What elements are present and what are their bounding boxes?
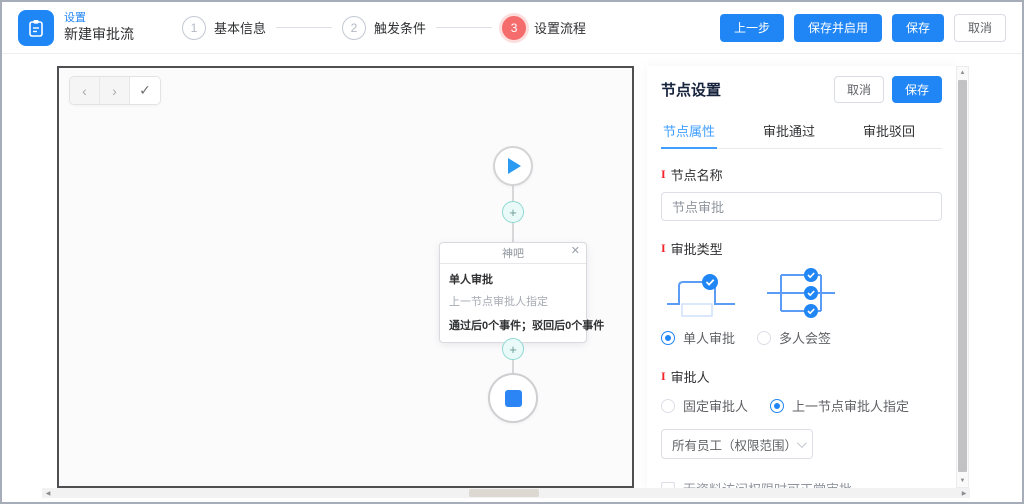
required-mark: I <box>661 167 666 182</box>
approval-type-label: 审批类型 <box>671 239 723 258</box>
start-node[interactable] <box>493 146 533 186</box>
scroll-left-icon: ◀ <box>46 490 51 497</box>
approval-node-events: 通过后0个事件；驳回后0个事件 <box>449 317 577 333</box>
approver-scope-select[interactable]: 所有员工（权限范围） <box>661 429 813 459</box>
single-approval-icon[interactable] <box>665 272 737 318</box>
tab-approval-pass[interactable]: 审批通过 <box>761 117 817 148</box>
panel-save-button[interactable]: 保存 <box>892 76 942 103</box>
chevron-left-icon: ‹ <box>82 83 87 99</box>
top-actions: 上一步 保存并启用 保存 取消 <box>720 14 1006 42</box>
page-horizontal-scrollbar[interactable]: ◀ ▶ <box>42 488 970 498</box>
radio-prev-node-approver[interactable] <box>770 399 784 413</box>
step-connector <box>436 27 492 28</box>
stepper: 1 基本信息 2 触发条件 3 设置流程 <box>182 16 596 40</box>
approver-options: 固定审批人 上一节点审批人指定 <box>661 396 942 415</box>
approval-type-label-row: I 审批类型 <box>661 239 942 258</box>
scroll-right-button[interactable]: ▶ <box>958 488 970 498</box>
approver-label-row: I 审批人 <box>661 367 942 386</box>
single-approval-label: 单人审批 <box>683 328 735 347</box>
step-2-label: 触发条件 <box>374 18 426 37</box>
panel-actions: 取消 保存 <box>834 76 942 103</box>
step-connector <box>276 27 332 28</box>
radio-multi-countersign[interactable] <box>757 331 771 345</box>
approver-field: I 审批人 固定审批人 上一节点审批人指定 所有员工（权限范围） 无资料访问权限… <box>661 367 942 488</box>
page-title: 新建审批流 <box>64 26 134 44</box>
end-node[interactable] <box>488 373 538 423</box>
prev-node-approver-label: 上一节点审批人指定 <box>792 396 909 415</box>
node-name-label-row: I 节点名称 <box>661 165 942 184</box>
approver-scope-value: 所有员工（权限范围） <box>672 435 797 454</box>
panel-tabs: 节点属性 审批通过 审批驳回 <box>661 117 942 149</box>
step-3-circle: 3 <box>502 16 526 40</box>
plus-icon: + <box>509 342 517 357</box>
approval-node-card[interactable]: 神吧 ✕ 单人审批 上一节点审批人指定 通过后0个事件；驳回后0个事件 <box>439 242 587 343</box>
approval-flow-editor-window: 设置 新建审批流 1 基本信息 2 触发条件 3 设置流程 上一步 保存并启用 … <box>0 0 1024 504</box>
canvas-toolbar: ‹ › ✓ <box>69 76 161 105</box>
panel-title: 节点设置 <box>661 79 721 100</box>
approval-node-title: 神吧 <box>502 245 524 261</box>
chevron-down-icon <box>797 438 807 448</box>
top-bar: 设置 新建审批流 1 基本信息 2 触发条件 3 设置流程 上一步 保存并启用 … <box>2 2 1022 54</box>
multi-countersign-label: 多人会签 <box>779 328 831 347</box>
approval-type-icons <box>665 268 942 318</box>
node-settings-panel: 节点设置 取消 保存 节点属性 审批通过 审批驳回 I 节点名称 I 审批类型 <box>647 66 956 488</box>
redo-button[interactable]: › <box>100 77 130 104</box>
step-3-label: 设置流程 <box>534 18 586 37</box>
vertical-scrollbar-thumb[interactable] <box>958 80 967 472</box>
cancel-button[interactable]: 取消 <box>954 14 1006 42</box>
add-node-button-top[interactable]: + <box>502 201 524 223</box>
required-mark: I <box>661 369 666 384</box>
check-icon: ✓ <box>139 82 151 99</box>
radio-fixed-approver[interactable] <box>661 399 675 413</box>
title-block: 设置 新建审批流 <box>64 12 134 43</box>
tab-approval-reject[interactable]: 审批驳回 <box>861 117 917 148</box>
approval-node-card-header: 神吧 ✕ <box>440 243 586 264</box>
undo-button[interactable]: ‹ <box>70 77 100 104</box>
panel-cancel-button[interactable]: 取消 <box>834 76 884 103</box>
required-mark: I <box>661 241 666 256</box>
save-button[interactable]: 保存 <box>892 14 944 42</box>
radio-single-approval[interactable] <box>661 331 675 345</box>
stop-icon <box>505 390 522 407</box>
step-1-label: 基本信息 <box>214 18 266 37</box>
scroll-up-button[interactable]: ▲ <box>957 67 968 79</box>
step-2-circle: 2 <box>342 16 366 40</box>
app-label: 设置 <box>64 12 134 26</box>
panel-vertical-scrollbar[interactable]: ▲ ▼ <box>956 66 969 488</box>
multi-countersign-icon[interactable] <box>765 268 837 318</box>
clipboard-icon <box>26 18 46 38</box>
approval-type-options: 单人审批 多人会签 <box>661 328 942 347</box>
scroll-up-icon: ▲ <box>960 70 966 76</box>
scroll-down-icon: ▼ <box>960 478 966 484</box>
approval-type-field: I 审批类型 <box>661 239 942 347</box>
plus-icon: + <box>509 205 517 220</box>
scroll-right-icon: ▶ <box>962 490 967 497</box>
scroll-left-button[interactable]: ◀ <box>42 488 54 498</box>
panel-header: 节点设置 取消 保存 <box>661 76 942 103</box>
scroll-down-button[interactable]: ▼ <box>957 475 968 487</box>
add-node-button-bottom[interactable]: + <box>502 338 524 360</box>
approval-node-type: 单人审批 <box>449 271 577 287</box>
step-1-circle: 1 <box>182 16 206 40</box>
clipboard-app-icon <box>18 10 54 46</box>
play-icon <box>508 158 521 174</box>
node-name-input[interactable] <box>661 192 942 221</box>
node-name-label: 节点名称 <box>671 165 723 184</box>
prev-step-button[interactable]: 上一步 <box>720 14 784 42</box>
chevron-right-icon: › <box>112 83 117 99</box>
no-permission-label: 无资料访问权限时可正常审批 <box>683 479 852 488</box>
confirm-layout-button[interactable]: ✓ <box>130 77 160 104</box>
node-name-field: I 节点名称 <box>661 165 942 221</box>
approval-node-card-body: 单人审批 上一节点审批人指定 通过后0个事件；驳回后0个事件 <box>440 264 586 342</box>
flow-canvas[interactable]: ‹ › ✓ + 神吧 ✕ 单人审批 上一节点审批人指定 通过后0个事件；驳回后0… <box>57 66 634 488</box>
fixed-approver-label: 固定审批人 <box>683 396 748 415</box>
approval-node-approver: 上一节点审批人指定 <box>449 293 577 309</box>
approver-label: 审批人 <box>671 367 710 386</box>
tab-node-properties[interactable]: 节点属性 <box>661 117 717 148</box>
horizontal-scrollbar-thumb[interactable] <box>469 489 539 497</box>
close-icon[interactable]: ✕ <box>571 246 580 257</box>
no-permission-check-row: 无资料访问权限时可正常审批 <box>661 479 942 488</box>
save-enable-button[interactable]: 保存并启用 <box>794 14 882 42</box>
